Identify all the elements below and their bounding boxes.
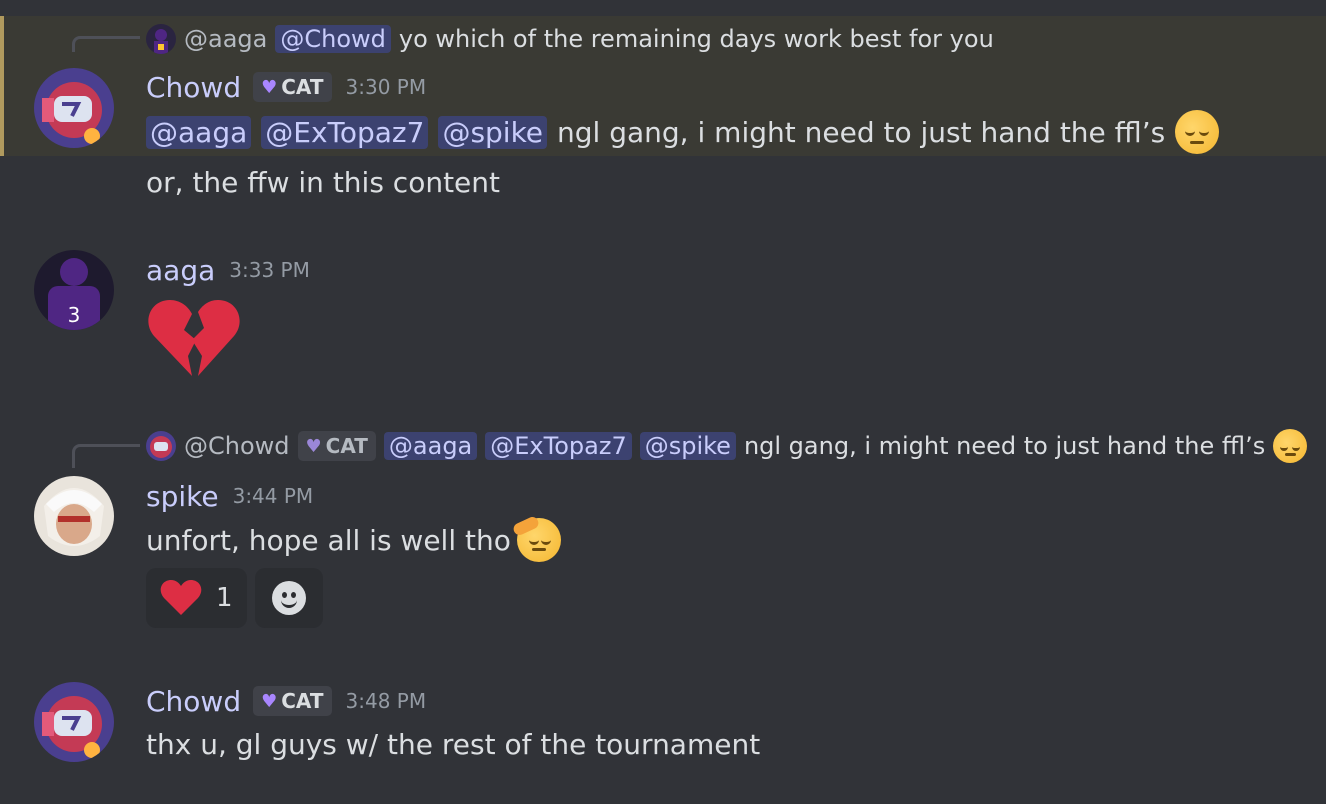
pensive-face-icon[interactable] [1175, 110, 1220, 154]
message-content [146, 296, 242, 382]
tag-label: CAT [325, 434, 368, 458]
avatar-mini-chowd [146, 431, 176, 461]
mention-extopaz7[interactable]: @ExTopaz7 [485, 432, 632, 460]
reply-author[interactable]: @Chowd [184, 432, 290, 460]
reply-connector [72, 444, 140, 468]
message-text: unfort, hope all is well tho [146, 523, 511, 557]
reaction-heart[interactable]: 1 [146, 568, 247, 628]
guild-tag[interactable]: ♥ CAT [253, 72, 332, 102]
message-header: spike 3:44 PM [146, 478, 313, 514]
avatar-chowd[interactable] [34, 68, 114, 148]
reply-preview[interactable]: @Chowd ♥ CAT @aaga @ExTopaz7 @spike ngl g… [146, 429, 1308, 463]
message-header: Chowd ♥ CAT 3:30 PM [146, 69, 426, 105]
timestamp[interactable]: 3:30 PM [346, 75, 427, 99]
broken-heart-icon[interactable] [146, 296, 242, 382]
tag-label: CAT [281, 689, 324, 713]
reply-mention[interactable]: @Chowd [275, 25, 391, 53]
avatar-mini-aaga [146, 24, 176, 54]
heart-badge-icon: ♥ [261, 690, 278, 712]
guild-tag: ♥ CAT [297, 431, 376, 461]
svg-text:3: 3 [68, 303, 81, 327]
username-chowd[interactable]: Chowd [146, 685, 241, 718]
reply-connector [72, 36, 140, 52]
red-heart-icon [160, 580, 202, 615]
reply-text: yo which of the remaining days work best… [398, 25, 994, 53]
heart-badge-icon: ♥ [261, 76, 278, 98]
avatar-chowd[interactable] [34, 682, 114, 762]
message-header: Chowd ♥ CAT 3:48 PM [146, 683, 426, 719]
mention-spike[interactable]: @spike [438, 115, 548, 149]
message-text: ngl gang, i might need to just hand the … [557, 115, 1166, 149]
reactions-bar: 1 [146, 568, 323, 628]
avatar-spike[interactable] [34, 476, 114, 556]
smiley-icon [271, 581, 306, 615]
reply-text: ngl gang, i might need to just hand the … [743, 432, 1266, 460]
timestamp[interactable]: 3:48 PM [346, 689, 427, 713]
add-reaction-button[interactable] [254, 568, 323, 628]
followup-text: or, the ffw in this content [146, 165, 501, 199]
saluting-face-icon[interactable] [511, 515, 561, 562]
mention-spike[interactable]: @spike [639, 432, 736, 460]
timestamp[interactable]: 3:44 PM [233, 484, 314, 508]
message-followup: or, the ffw in this content [146, 164, 500, 200]
reply-preview[interactable]: @aaga @Chowd yo which of the remaining d… [146, 23, 994, 55]
timestamp[interactable]: 3:33 PM [229, 258, 310, 282]
message-content: thx u, gl guys w/ the rest of the tourna… [146, 726, 760, 762]
reply-author[interactable]: @aaga [184, 25, 267, 53]
mention-extopaz7[interactable]: @ExTopaz7 [261, 115, 429, 149]
message-text: thx u, gl guys w/ the rest of the tourna… [146, 727, 761, 761]
heart-badge-icon: ♥ [305, 435, 322, 457]
tag-label: CAT [281, 75, 324, 99]
username-spike[interactable]: spike [146, 480, 219, 513]
guild-tag[interactable]: ♥ CAT [253, 686, 332, 716]
message-content: unfort, hope all is well tho [146, 515, 561, 562]
mention-aaga[interactable]: @aaga [383, 432, 478, 460]
pensive-face-icon [1273, 429, 1308, 463]
avatar-aaga[interactable]: 3 [34, 250, 114, 330]
message-content: @aaga @ExTopaz7 @spike ngl gang, i might… [146, 110, 1220, 154]
message-header: aaga 3:33 PM [146, 252, 310, 288]
username-chowd[interactable]: Chowd [146, 71, 241, 104]
mention-aaga[interactable]: @aaga [146, 115, 252, 149]
username-aaga[interactable]: aaga [146, 254, 215, 287]
reaction-count: 1 [216, 583, 233, 613]
